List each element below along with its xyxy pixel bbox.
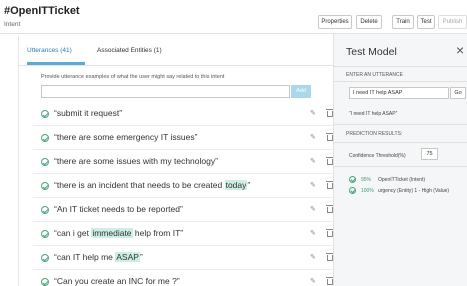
check-circle-icon [41,182,49,190]
edit-pencil-icon[interactable]: ✎ [310,229,316,237]
divider [334,66,467,67]
utterance-row[interactable]: “there are some issues with my technolog… [33,150,334,174]
check-circle-icon [41,110,49,118]
test-utterance-input[interactable] [349,87,449,99]
train-button[interactable]: Train [392,15,414,29]
check-circle-icon [349,187,356,194]
enter-utterance-label: ENTER AN UTTERANCE [346,72,403,78]
tab-bar: Utterances (41) Associated Entities (1) [19,36,333,66]
test-button[interactable]: Test [417,15,435,29]
tested-utterance-echo: “I need IT help ASAP” [349,111,398,117]
utterance-text: “submit it request” [54,108,123,118]
check-circle-icon [41,230,49,238]
utterances-panel: Utterances (41) Associated Entities (1) … [18,36,334,286]
entity-highlight[interactable]: ASAP [115,252,140,262]
test-model-title: Test Model [346,46,397,58]
edit-pencil-icon[interactable]: ✎ [310,109,316,117]
utterance-text: “An IT ticket needs to be reported” [54,204,183,214]
go-button[interactable]: Go [450,87,466,99]
utterance-input[interactable] [41,85,290,98]
utterance-input-row: Add [41,85,311,98]
utterance-row[interactable]: “An IT ticket needs to be reported” ✎ [33,198,334,222]
utterance-text: “can i get immediate help from IT” [54,228,184,238]
edit-pencil-icon[interactable]: ✎ [310,253,316,261]
intent-type-label: Intent [4,21,21,28]
divider [334,124,467,125]
utterance-row[interactable]: “can i get immediate help from IT” ✎ [33,222,334,246]
entity-highlight[interactable]: today [224,180,248,190]
utterance-text: “there is an incident that needs to be c… [54,180,251,190]
check-circle-icon [41,206,49,214]
utterance-text: “there are some issues with my technolog… [54,156,218,166]
utterance-list: “submit it request” ✎ “there are some em… [33,102,334,286]
check-circle-icon [41,158,49,166]
utterance-text: “there are some emergency IT issues” [54,132,198,142]
utterance-instruction: Provide utterance examples of what the u… [41,74,225,80]
prediction-label: urgency (Entity) 1 - High (Value) [378,188,450,194]
utterance-row[interactable]: “Can you create an INC for me ?” ✎ [33,270,334,286]
check-circle-icon [41,254,49,262]
prediction-results-label: PREDICTION RESULTS: [346,131,403,137]
edit-pencil-icon[interactable]: ✎ [310,181,316,189]
tab-utterances[interactable]: Utterances (41) [27,47,72,54]
prediction-confidence: 95% [361,177,372,183]
test-model-panel: Test Model × ENTER AN UTTERANCE Go “I ne… [333,34,467,286]
close-icon[interactable]: × [456,42,464,58]
check-circle-icon [349,176,356,183]
utterance-row[interactable]: “submit it request” ✎ [33,102,334,126]
prediction-label: OpenITTicket (Intent) [378,177,426,183]
confidence-threshold-input[interactable]: 75 [421,148,438,160]
active-tab-indicator [27,62,85,65]
intent-header: #OpenITTicket Intent Properties Delete T… [0,0,467,34]
edit-pencil-icon[interactable]: ✎ [310,133,316,141]
divider [334,81,467,82]
tab-associated-entities[interactable]: Associated Entities (1) [97,47,162,54]
prediction-row: 100% urgency (Entity) 1 - High (Value) [349,187,467,196]
utterance-text: “Can you create an INC for me ?” [54,276,180,286]
utterance-text: “can IT help me ASAP” [54,252,143,262]
prediction-row: 95% OpenITTicket (Intent) [349,176,467,185]
utterance-row[interactable]: “there is an incident that needs to be c… [33,174,334,198]
confidence-threshold-label: Confidence Threshold(%) [349,153,406,159]
divider [334,142,467,143]
check-circle-icon [41,278,49,286]
delete-button[interactable]: Delete [356,15,382,29]
edit-pencil-icon[interactable]: ✎ [310,157,316,165]
intent-title: #OpenITTicket [4,5,80,17]
utterance-row[interactable]: “there are some emergency IT issues” ✎ [33,126,334,150]
prediction-confidence: 100% [361,188,374,194]
edit-pencil-icon[interactable]: ✎ [310,205,316,213]
utterance-row[interactable]: “can IT help me ASAP” ✎ [33,246,334,270]
divider [334,166,467,167]
check-circle-icon [41,134,49,142]
add-utterance-button[interactable]: Add [291,85,311,98]
entity-highlight[interactable]: immediate [91,228,133,238]
edit-pencil-icon[interactable]: ✎ [310,277,316,285]
properties-button[interactable]: Properties [318,15,352,29]
publish-button[interactable]: Publish [438,15,467,29]
